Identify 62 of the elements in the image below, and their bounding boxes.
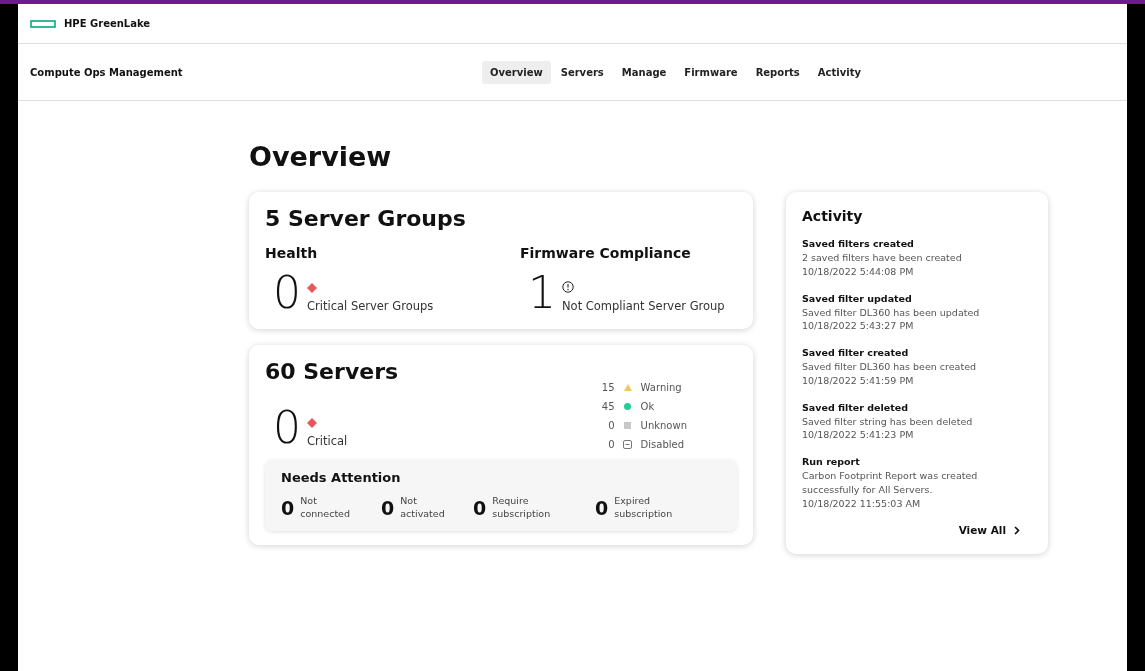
minus-square-icon [623, 440, 633, 449]
nav-tab[interactable]: Overview [482, 60, 551, 84]
attention-count: 0 [381, 496, 395, 519]
status-count: 0 [607, 420, 615, 431]
brand-name: HPE GreenLake [64, 18, 151, 29]
stat-label: Critical [307, 434, 348, 448]
nav-tab[interactable]: Servers [552, 60, 612, 84]
card-title: 5 Server Groups [265, 206, 467, 231]
nav-tab[interactable]: Reports [747, 60, 808, 84]
status-count: 0 [607, 439, 615, 450]
status-dot-icon [624, 403, 632, 410]
activity-text: Saved filter string has been deleted [802, 414, 974, 429]
attention-label: Require subscription [492, 495, 551, 521]
activity-text: Saved filter DL360 has been updated [802, 305, 981, 320]
logo-icon [30, 19, 56, 28]
attention-count: 0 [281, 496, 295, 519]
status-label: Ok [640, 401, 656, 412]
attention-count: 0 [595, 496, 609, 519]
stat-label: Not Compliant Server Group [562, 299, 725, 313]
activity-text: Saved filter DL360 has been created [802, 360, 977, 374]
activity-title: Saved filter updated [802, 292, 913, 304]
status-count: 45 [601, 401, 615, 412]
activity-time: 10/18/2022 5:41:59 PM [802, 373, 915, 388]
activity-time: 10/18/2022 5:41:23 PM [802, 428, 915, 443]
activity-time: 10/18/2022 5:43:27 PM [802, 319, 915, 334]
nav-tab[interactable]: Firmware [676, 60, 746, 84]
warning-triangle-icon [623, 384, 632, 391]
attention-label: Expired subscription [614, 495, 673, 521]
activity-title: Saved filters created [802, 238, 915, 249]
card-title: 60 Servers [265, 359, 400, 384]
status-label: Unknown [640, 420, 687, 431]
activity-title: Saved filter deleted [802, 401, 909, 413]
square-icon [624, 422, 632, 429]
activity-text: 2 saved filters have been created [802, 251, 963, 265]
nav-tab[interactable]: Manage [613, 60, 675, 84]
activity-title: Run report [802, 456, 861, 468]
card-title: Activity [802, 208, 864, 224]
view-all-link[interactable]: View All [958, 524, 1020, 537]
attention-count: 0 [473, 496, 487, 519]
app-title: Compute Ops Management [30, 66, 184, 78]
diamond-icon [307, 418, 317, 428]
status-count: 15 [601, 382, 615, 393]
alert-circle-icon [562, 281, 574, 293]
section-heading: Health [265, 245, 319, 261]
attention-label: Not activated [400, 495, 445, 521]
status-label: Disabled [640, 439, 686, 450]
nav-tab[interactable]: Activity [809, 60, 869, 84]
activity-text: Carbon Footprint Report was created successfully for All Servers. [802, 469, 979, 497]
section-heading: Firmware Compliance [520, 245, 692, 261]
stat-number: 0 [273, 406, 301, 450]
activity-title: Saved filter created [802, 347, 910, 359]
stat-number: 1 [528, 271, 556, 315]
activity-time: 10/18/2022 11:55:03 AM [802, 496, 922, 511]
stat-number: 0 [273, 271, 301, 315]
page-title: Overview [249, 141, 393, 172]
attention-label: Not connected [300, 495, 350, 521]
status-label: Warning [640, 382, 683, 393]
diamond-icon [307, 283, 317, 293]
chevron-right-icon [1014, 525, 1020, 535]
activity-time: 10/18/2022 5:44:08 PM [802, 264, 915, 279]
stat-label: Critical Server Groups [307, 299, 434, 313]
panel-title: Needs Attention [281, 470, 402, 485]
